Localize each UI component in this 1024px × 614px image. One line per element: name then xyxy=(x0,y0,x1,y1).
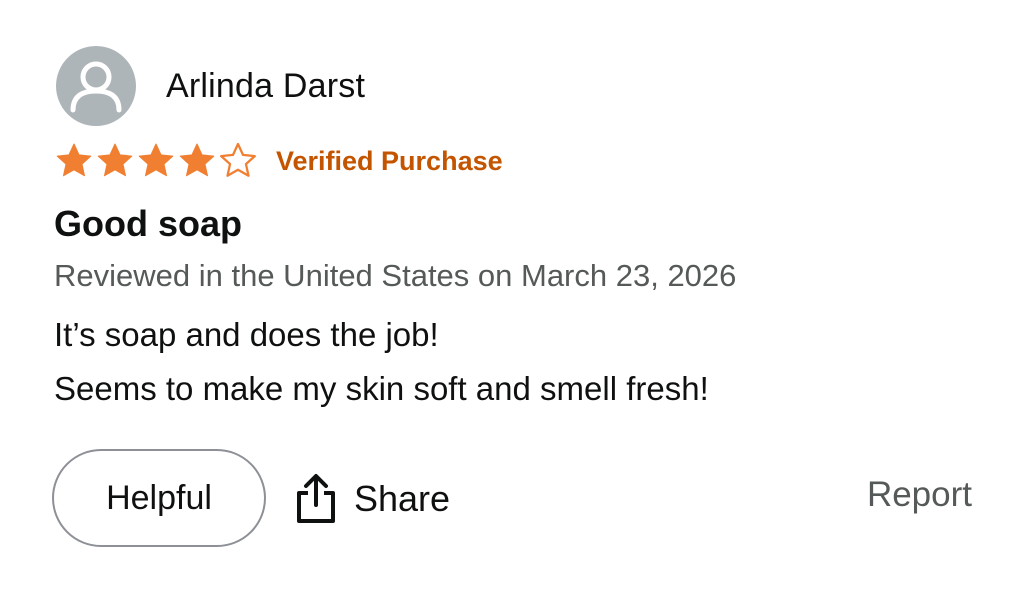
user-avatar-icon xyxy=(70,61,122,113)
star-icon-1 xyxy=(56,143,92,177)
star-rating xyxy=(53,140,258,182)
avatar xyxy=(56,46,136,126)
star-icon-5 xyxy=(220,142,256,177)
verified-purchase-badge: Verified Purchase xyxy=(276,145,503,176)
review-body-line: Seems to make my skin soft and smell fre… xyxy=(54,370,709,407)
rating-row: Verified Purchase xyxy=(53,140,503,182)
share-icon xyxy=(297,474,335,523)
share-button-label: Share xyxy=(354,478,451,519)
star-icon-4 xyxy=(179,143,215,177)
review-body: It’s soap and does the job! Seems to mak… xyxy=(54,308,709,416)
star-icon-3 xyxy=(138,143,174,177)
author-name: Arlinda Darst xyxy=(166,66,366,105)
review-card: Arlinda Darst Verified Purchase Good soa… xyxy=(0,0,1024,614)
review-title: Good soap xyxy=(54,203,242,244)
helpful-button-label: Helpful xyxy=(106,478,212,517)
review-date-location: Reviewed in the United States on March 2… xyxy=(54,258,737,293)
review-body-line: It’s soap and does the job! xyxy=(54,316,439,353)
report-link[interactable]: Report xyxy=(867,475,972,515)
share-button[interactable]: Share xyxy=(294,471,450,527)
review-actions: Helpful Share Report xyxy=(52,449,972,549)
helpful-button[interactable]: Helpful xyxy=(52,449,266,547)
star-icon-2 xyxy=(97,143,133,177)
review-author: Arlinda Darst xyxy=(56,46,365,126)
